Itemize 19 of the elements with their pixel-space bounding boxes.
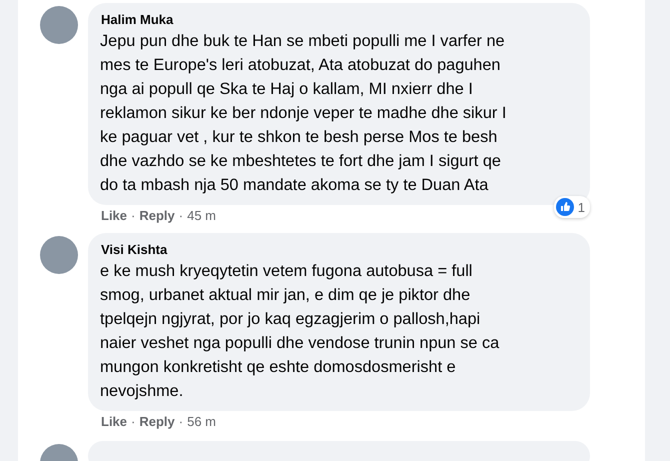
comment-action-link[interactable]: Like: [101, 208, 128, 223]
comment-action-link[interactable]: Like: [101, 414, 128, 429]
comment-action-link[interactable]: Reply: [139, 414, 175, 429]
author-name[interactable]: Visi Kishta: [101, 241, 578, 259]
comment-text: Jepu pun dhe buk te Han se mbeti populli me I varfer ne mes te Europe's leri atobuzat, Ata atobuzat do paguhen nga ai popull qe Ska te Haj o kallam, MI nxierr dhe I reklamon sikur ke ber ndonje veper te madhe dhe sikur I ke paguar vet , kur te shkon te besh perse Mos te besh dhe vazhdo se ke mbeshtetes te fort dhe jam I sigurt qe do ta mbash nja 50 mandate akoma se ty te Duan Ata: [100, 31, 508, 196]
comment-time[interactable]: 45 m: [187, 208, 216, 223]
separator-dot: ·: [178, 414, 184, 429]
comment-text: e ke mush kryeqytetin vetem fugona autobusa = full smog, urbanet aktual mir jan, e dim qe je piktor dhe tpelqejn ngjyrat, por jo kaq egzagjerim o pallosh,hapi naier veshet nga populli dhe vendose trunin npun se ca mungon konkretisht qe eshte domosdosmerisht e nevojshme.: [100, 261, 500, 402]
reaction-count[interactable]: 1: [554, 196, 590, 218]
comment-action-link[interactable]: Reply: [139, 208, 175, 223]
comment-time[interactable]: 56 m: [187, 414, 216, 429]
thumbs-up-icon: [556, 198, 574, 216]
avatar[interactable]: [40, 6, 78, 44]
avatar[interactable]: [40, 236, 78, 274]
author-name[interactable]: Halim Muka: [101, 11, 578, 29]
separator-dot: ·: [131, 414, 136, 429]
separator-dot: ·: [178, 208, 184, 223]
separator-dot: ·: [131, 208, 136, 223]
reaction-number: 1: [578, 200, 585, 214]
